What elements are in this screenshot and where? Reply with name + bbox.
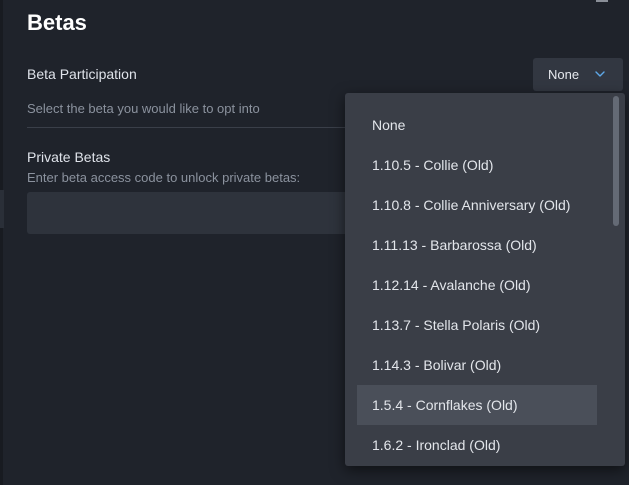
beta-option-none[interactable]: None xyxy=(357,105,597,145)
dropdown-scrollbar[interactable] xyxy=(610,93,622,466)
beta-option-1-11-13[interactable]: 1.11.13 - Barbarossa (Old) xyxy=(357,225,597,265)
betas-settings-panel: Betas Beta Participation Select the beta… xyxy=(0,0,629,485)
beta-access-code-input[interactable] xyxy=(27,192,367,234)
beta-option-1-12-14[interactable]: 1.12.14 - Avalanche (Old) xyxy=(357,265,597,305)
beta-participation-label: Beta Participation xyxy=(27,66,137,82)
beta-option-1-5-4[interactable]: 1.5.4 - Cornflakes (Old) xyxy=(357,385,597,425)
chevron-down-icon xyxy=(595,71,605,77)
beta-option-1-6-2[interactable]: 1.6.2 - Ironclad (Old) xyxy=(357,425,597,465)
page-title: Betas xyxy=(27,10,87,35)
beta-participation-description: Select the beta you would like to opt in… xyxy=(27,101,260,116)
beta-options-menu: None 1.10.5 - Collie (Old) 1.10.8 - Coll… xyxy=(345,93,625,466)
close-icon[interactable] xyxy=(596,0,608,2)
left-gutter xyxy=(0,0,3,485)
beta-option-1-10-8[interactable]: 1.10.8 - Collie Anniversary (Old) xyxy=(357,185,597,225)
private-betas-label: Private Betas xyxy=(27,149,111,165)
beta-select-dropdown[interactable]: None xyxy=(533,58,623,91)
left-edge-marker xyxy=(0,190,4,228)
section-divider xyxy=(27,127,357,128)
beta-option-1-10-5[interactable]: 1.10.5 - Collie (Old) xyxy=(357,145,597,185)
beta-option-1-13-7[interactable]: 1.13.7 - Stella Polaris (Old) xyxy=(357,305,597,345)
beta-select-value: None xyxy=(548,67,580,82)
beta-option-1-14-3[interactable]: 1.14.3 - Bolivar (Old) xyxy=(357,345,597,385)
private-betas-description: Enter beta access code to unlock private… xyxy=(27,170,301,185)
scrollbar-thumb[interactable] xyxy=(613,96,619,226)
